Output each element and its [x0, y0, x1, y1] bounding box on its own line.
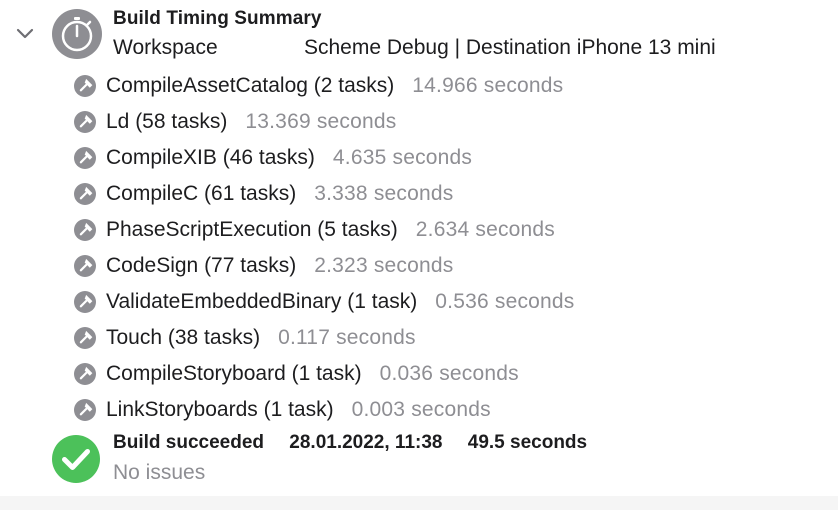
hammer-icon — [74, 255, 96, 277]
bottom-divider — [0, 496, 838, 510]
hammer-icon — [74, 183, 96, 205]
build-log-panel: Build Timing Summary Workspace Scheme De… — [0, 0, 838, 510]
task-row[interactable]: CompileAssetCatalog (2 tasks) 14.966 sec… — [74, 68, 574, 104]
summary-title: Build Timing Summary — [113, 8, 322, 29]
task-row[interactable]: Ld (58 tasks) 13.369 seconds — [74, 104, 574, 140]
task-name: CompileXIB (46 tasks) — [106, 146, 315, 169]
hammer-icon — [74, 327, 96, 349]
hammer-icon — [74, 75, 96, 97]
task-time: 14.966 seconds — [412, 74, 564, 97]
task-name: CompileAssetCatalog (2 tasks) — [106, 74, 395, 97]
task-time: 13.369 seconds — [245, 110, 397, 133]
hammer-icon — [74, 399, 96, 421]
chevron-down-icon[interactable] — [14, 24, 36, 44]
workspace-label: Workspace — [113, 36, 218, 59]
task-name: CodeSign (77 tasks) — [106, 254, 297, 277]
hammer-icon — [74, 291, 96, 313]
hammer-icon — [74, 363, 96, 385]
task-name: ValidateEmbeddedBinary (1 task) — [106, 290, 418, 313]
task-row[interactable]: CompileC (61 tasks) 3.338 seconds — [74, 176, 574, 212]
build-timestamp: 28.01.2022, 11:38 — [289, 432, 443, 453]
task-time: 3.338 seconds — [314, 182, 454, 205]
task-time: 4.635 seconds — [332, 146, 473, 169]
hammer-icon — [74, 147, 96, 169]
task-row[interactable]: CodeSign (77 tasks) 2.323 seconds — [74, 248, 574, 284]
task-time: 0.003 seconds — [351, 398, 491, 421]
task-timing-list: CompileAssetCatalog (2 tasks) 14.966 sec… — [74, 68, 574, 428]
task-row[interactable]: Touch (38 tasks) 0.117 seconds — [74, 320, 574, 356]
build-status: Build succeeded — [113, 432, 264, 453]
task-name: Ld (58 tasks) — [106, 110, 228, 133]
task-name: LinkStoryboards (1 task) — [106, 398, 334, 421]
task-row[interactable]: LinkStoryboards (1 task) 0.003 seconds — [74, 392, 574, 428]
summary-subtitle: Workspace Scheme Debug | Destination iPh… — [113, 36, 716, 60]
task-name: PhaseScriptExecution (5 tasks) — [106, 218, 398, 241]
issues-summary: No issues — [113, 461, 206, 484]
task-time: 2.634 seconds — [415, 218, 555, 241]
stopwatch-icon — [52, 9, 102, 59]
task-row[interactable]: ValidateEmbeddedBinary (1 task) 0.536 se… — [74, 284, 574, 320]
task-row[interactable]: PhaseScriptExecution (5 tasks) 2.634 sec… — [74, 212, 574, 248]
hammer-icon — [74, 111, 96, 133]
build-duration: 49.5 seconds — [467, 432, 588, 453]
hammer-icon — [74, 219, 96, 241]
task-name: CompileStoryboard (1 task) — [106, 362, 362, 385]
task-time: 0.117 seconds — [278, 326, 416, 349]
task-row[interactable]: CompileStoryboard (1 task) 0.036 seconds — [74, 356, 574, 392]
scheme-destination: Scheme Debug | Destination iPhone 13 min… — [304, 36, 716, 59]
task-name: CompileC (61 tasks) — [106, 182, 297, 205]
task-time: 2.323 seconds — [314, 254, 454, 277]
task-row[interactable]: CompileXIB (46 tasks) 4.635 seconds — [74, 140, 574, 176]
task-name: Touch (38 tasks) — [106, 326, 261, 349]
build-result-line: Build succeeded 28.01.2022, 11:38 49.5 s… — [113, 432, 587, 454]
checkmark-circle-icon — [52, 435, 100, 483]
task-time: 0.036 seconds — [379, 362, 519, 385]
task-time: 0.536 seconds — [435, 290, 575, 313]
